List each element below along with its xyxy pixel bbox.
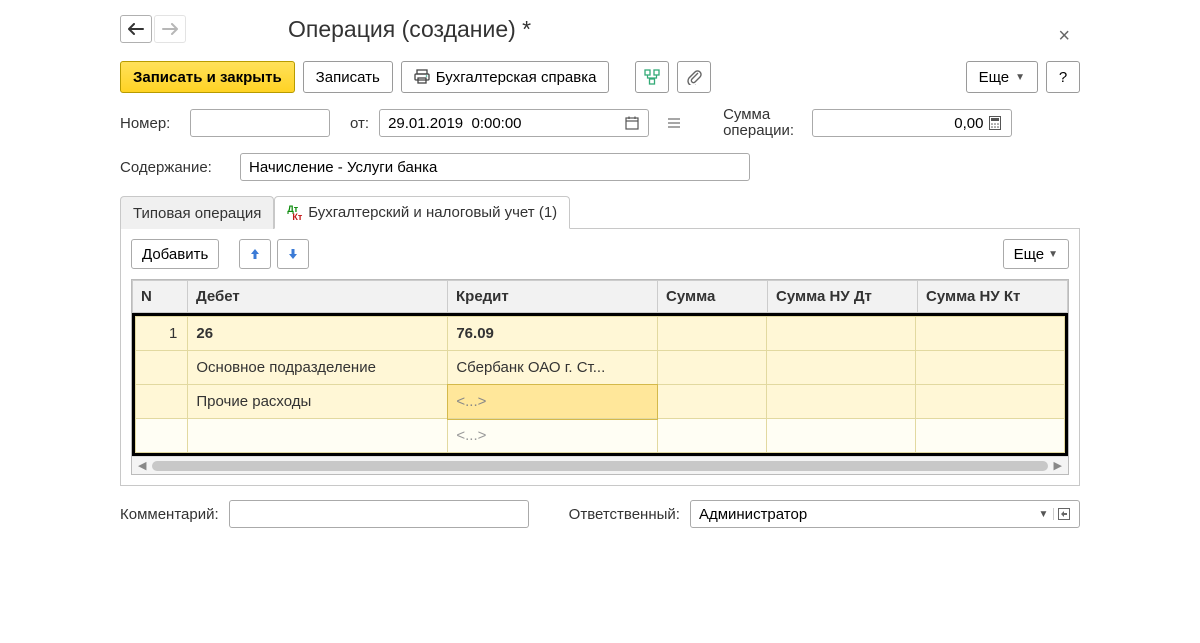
date-label: от: — [350, 115, 369, 132]
dropdown-caret-icon: ▼ — [1038, 509, 1048, 520]
form-row-content: Содержание: — [120, 153, 1080, 181]
cell-sum-nu-dt[interactable] — [766, 317, 915, 351]
cell-debit-sub1[interactable]: Основное подразделение — [188, 351, 448, 385]
paperclip-icon — [686, 69, 702, 85]
open-button[interactable] — [1053, 508, 1073, 520]
calculator-button[interactable] — [985, 116, 1005, 130]
cell-sum-nu-kt[interactable] — [915, 317, 1064, 351]
col-sum[interactable]: Сумма — [658, 281, 768, 313]
content-label: Содержание: — [120, 159, 230, 176]
calendar-icon — [625, 116, 639, 130]
comment-input[interactable] — [229, 500, 529, 528]
tab-accounting[interactable]: ДтКт Бухгалтерский и налоговый учет (1) — [274, 196, 570, 229]
grid-header: N Дебет Кредит Сумма Сумма НУ Дт Сумма Н… — [133, 281, 1068, 313]
structure-icon — [643, 68, 661, 86]
dropdown-caret-icon: ▼ — [1048, 249, 1058, 260]
arrow-right-icon — [162, 23, 178, 35]
panel-toolbar: Добавить Еще ▼ — [131, 239, 1069, 269]
cell-n[interactable]: 1 — [136, 317, 188, 351]
date-input[interactable] — [379, 109, 649, 137]
tabs: Типовая операция ДтКт Бухгалтерский и на… — [120, 195, 1080, 229]
grid-row-selected[interactable]: 1 26 76.09 Основное подразделение Сберба… — [132, 313, 1068, 456]
arrow-up-icon — [249, 247, 261, 261]
tab-typical-operation[interactable]: Типовая операция — [120, 196, 274, 229]
panel-more-button[interactable]: Еще ▼ — [1003, 239, 1069, 269]
help-button[interactable]: ? — [1046, 61, 1080, 93]
cell-debit-sub3[interactable] — [188, 419, 448, 453]
scroll-left-icon: ◀ — [138, 459, 146, 472]
toolbar: Записать и закрыть Записать Бухгалтерска… — [120, 61, 1080, 93]
cell-sum[interactable] — [657, 317, 766, 351]
sum-input[interactable] — [812, 109, 1012, 137]
calendar-button[interactable] — [622, 116, 642, 130]
cell-debit-sub2[interactable]: Прочие расходы — [188, 385, 448, 419]
col-sum-nu-dt[interactable]: Сумма НУ Дт — [768, 281, 918, 313]
printer-icon — [414, 69, 430, 85]
col-credit[interactable]: Кредит — [448, 281, 658, 313]
arrow-left-icon — [128, 23, 144, 35]
dropdown-button[interactable]: ▼ — [1034, 509, 1054, 520]
window-title: Операция (создание) * — [288, 16, 531, 43]
calculator-icon — [989, 116, 1001, 130]
dropdown-caret-icon: ▼ — [1015, 72, 1025, 83]
list-icon-button[interactable] — [663, 116, 685, 130]
footer-row: Комментарий: Ответственный: ▼ — [120, 500, 1080, 528]
sum-label: Сумма операции: — [723, 107, 794, 139]
dt-kt-icon: ДтКт — [287, 205, 302, 221]
save-and-close-button[interactable]: Записать и закрыть — [120, 61, 295, 93]
structure-button[interactable] — [635, 61, 669, 93]
cell-credit-sub1[interactable]: Сбербанк ОАО г. Ст... — [448, 351, 658, 385]
cell-credit-sub2[interactable]: <...> — [448, 385, 658, 419]
arrow-down-icon — [287, 247, 299, 261]
col-sum-nu-kt[interactable]: Сумма НУ Кт — [918, 281, 1068, 313]
tab-panel: Добавить Еще ▼ N — [120, 229, 1080, 486]
cell-credit-sub3[interactable]: <...> — [448, 419, 658, 453]
number-input[interactable] — [190, 109, 330, 137]
open-icon — [1058, 508, 1070, 520]
attachment-button[interactable] — [677, 61, 711, 93]
list-icon — [666, 116, 682, 130]
horizontal-scrollbar[interactable]: ◀ ▶ — [132, 456, 1068, 474]
move-up-button[interactable] — [239, 239, 271, 269]
responsible-input[interactable]: ▼ — [690, 500, 1080, 528]
window: Операция (создание) * × Записать и закры… — [0, 0, 1200, 643]
cell-credit-account[interactable]: 76.09 — [448, 317, 658, 351]
scrollbar-thumb[interactable] — [152, 461, 1047, 471]
comment-label: Комментарий: — [120, 506, 219, 523]
content-input[interactable] — [240, 153, 750, 181]
grid: N Дебет Кредит Сумма Сумма НУ Дт Сумма Н… — [131, 279, 1069, 475]
col-n[interactable]: N — [133, 281, 188, 313]
number-label: Номер: — [120, 115, 180, 132]
move-down-button[interactable] — [277, 239, 309, 269]
close-button[interactable]: × — [1058, 25, 1070, 48]
nav-forward-button[interactable] — [154, 15, 186, 43]
nav-back-button[interactable] — [120, 15, 152, 43]
save-button[interactable]: Записать — [303, 61, 393, 93]
close-icon: × — [1058, 25, 1070, 47]
form-row-number: Номер: от: Сумма операции: — [120, 107, 1080, 139]
responsible-label: Ответственный: — [569, 506, 680, 523]
accounting-report-button[interactable]: Бухгалтерская справка — [401, 61, 610, 93]
add-button[interactable]: Добавить — [131, 239, 219, 269]
header: Операция (создание) * × — [120, 15, 1080, 43]
scroll-right-icon: ▶ — [1054, 459, 1062, 472]
col-debit[interactable]: Дебет — [188, 281, 448, 313]
cell-debit-account[interactable]: 26 — [188, 317, 448, 351]
more-button[interactable]: Еще ▼ — [966, 61, 1038, 93]
